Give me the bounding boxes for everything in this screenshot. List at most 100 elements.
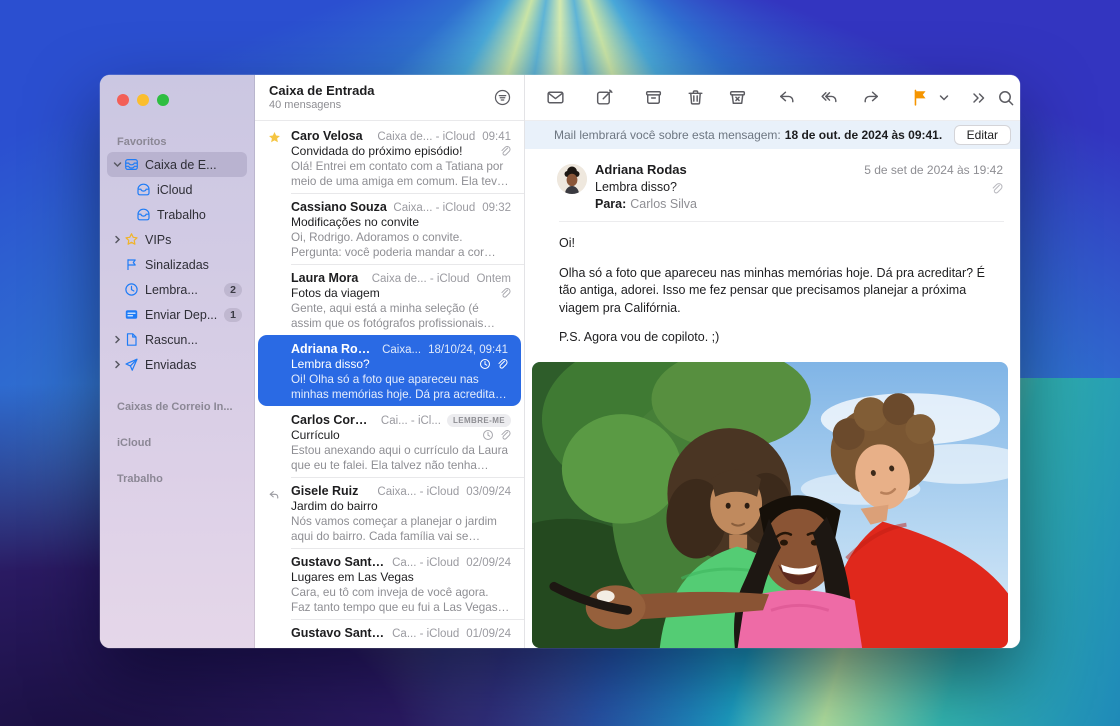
sidebar-item-inbox[interactable]: Caixa de E... [107,152,247,177]
sidebar-item-vips[interactable]: VIPs [107,227,247,252]
minimize-window-button[interactable] [137,94,149,106]
window-controls [100,81,254,106]
paperclip-icon [499,287,511,299]
zoom-window-button[interactable] [157,94,169,106]
clock-icon [123,282,140,297]
email-sender: Gustavo Santana [291,626,386,640]
sidebar: Favoritos Caixa de E... [100,75,255,648]
email-subject: Lembra disso? [291,357,479,371]
sidebar-section-favorites[interactable]: Favoritos [117,136,254,148]
email-sender: Laura Mora [291,271,366,285]
email-subject: Fotos da viagem [291,286,499,300]
message-recipient[interactable]: Carlos Silva [630,197,697,211]
sidebar-item-remind-me[interactable]: Lembra... 2 [107,277,247,302]
compose-button[interactable] [594,87,615,108]
email-preview: Gente, aqui está a minha seleção (é assi… [291,301,511,332]
email-mailbox: Ca... - iCloud [392,628,459,640]
email-date: Ontem [476,273,511,285]
trash-button[interactable] [685,87,706,108]
flag-chevron-icon[interactable] [939,94,949,102]
body-paragraph: Olha só a foto que apareceu nas minhas m… [559,265,1002,318]
edit-reminder-button[interactable]: Editar [954,125,1011,145]
chevron-right-icon[interactable] [111,335,123,344]
email-sender: Caro Velosa [291,129,371,143]
sidebar-item-label: VIPs [145,233,242,247]
email-preview: Estou anexando aqui o currículo da Laura… [291,443,511,474]
junk-button[interactable] [727,87,748,108]
paperclip-icon [499,145,511,157]
email-list-item[interactable]: Gustavo SantanaCa... - iCloud01/09/24 [255,619,524,648]
email-date: 09:32 [482,202,511,214]
email-date: 18/10/24, 09:41 [428,344,508,356]
email-subject: Jardim do bairro [291,499,511,513]
email-list-item[interactable]: Gustavo SantanaCa... - iCloud02/09/24 Lu… [255,548,524,619]
to-label: Para: [595,197,626,211]
reminder-date: 18 de out. de 2024 às 09:41. [785,128,942,142]
email-list-item-selected[interactable]: Adriana RodasCaixa...18/10/24, 09:41 Lem… [258,335,521,406]
sidebar-item-drafts[interactable]: Rascun... [107,327,247,352]
sidebar-item-label: iCloud [157,183,242,197]
forward-button[interactable] [861,87,882,108]
remind-me-badge: LEMBRE-ME [447,414,511,427]
sidebar-item-flagged[interactable]: Sinalizadas [107,252,247,277]
email-sender: Adriana Rodas [291,342,376,356]
message-list-header: Caixa de Entrada 40 mensagens [255,75,524,121]
email-subject: Convidada do próximo episódio! [291,144,499,158]
flag-button[interactable] [910,87,931,108]
sidebar-item-work-inbox[interactable]: Trabalho [107,202,247,227]
body-paragraph: P.S. Agora vou de copiloto. ;) [559,329,1002,347]
chevron-down-icon[interactable] [111,160,123,169]
star-icon [123,232,140,247]
sidebar-item-label: Enviar Dep... [145,308,224,322]
sidebar-item-send-later[interactable]: Enviar Dep... 1 [107,302,247,327]
desktop: Favoritos Caixa de E... [0,0,1120,726]
message-date: 5 de set de 2024 às 19:42 [864,163,1003,177]
email-list-item[interactable]: Caro VelosaCaixa de... - iCloud09:41 Con… [255,122,524,193]
email-mailbox: Caixa... - iCloud [393,202,475,214]
sender-avatar[interactable] [557,164,587,194]
email-list-item[interactable]: Laura MoraCaixa de... - iCloudOntem Foto… [255,264,524,335]
close-window-button[interactable] [117,94,129,106]
chevron-right-icon[interactable] [111,360,123,369]
reply-all-button[interactable] [818,87,840,108]
sidebar-item-label: Rascun... [145,333,242,347]
sidebar-item-icloud-inbox[interactable]: iCloud [107,177,247,202]
reply-button[interactable] [776,87,797,108]
attachment-paperclip-icon[interactable] [864,182,1003,195]
email-list-item[interactable]: Carlos CordeiroCai... - iCl...LEMBRE-ME … [255,406,524,477]
email-subject: Lugares em Las Vegas [291,570,511,584]
email-list-item[interactable]: Gisele RuizCaixa... - iCloud03/09/24 Jar… [255,477,524,548]
sidebar-section-work[interactable]: Trabalho [117,473,254,485]
paperclip-icon [496,358,508,370]
email-preview: Nós vamos começar a planejar o jardim aq… [291,514,511,545]
message-header: Adriana Rodas Lembra disso? Para:Carlos … [525,149,1020,222]
email-sender: Gisele Ruiz [291,484,371,498]
send-later-icon [123,307,140,322]
remind-clock-icon [479,358,491,370]
email-rows: Caro VelosaCaixa de... - iCloud09:41 Con… [255,121,524,648]
filter-button[interactable] [493,88,512,112]
sidebar-item-label: Trabalho [157,208,242,222]
archive-button[interactable] [643,87,664,108]
sidebar-section-icloud[interactable]: iCloud [117,437,254,449]
email-date: 02/09/24 [466,557,511,569]
chevron-right-icon[interactable] [111,235,123,244]
get-mail-button[interactable] [545,87,566,108]
paperplane-icon [123,357,140,372]
toolbar [525,75,1020,121]
email-mailbox: Cai... - iCl... [381,415,441,427]
search-button[interactable] [996,88,1016,108]
unread-badge: 2 [224,283,242,297]
email-mailbox: Caixa de... - iCloud [377,131,475,143]
email-date: 03/09/24 [466,486,511,498]
email-sender: Carlos Cordeiro [291,413,375,427]
message-photo[interactable] [532,362,1008,649]
sidebar-section-smart-mailboxes[interactable]: Caixas de Correio In... [117,401,254,413]
sidebar-item-sent[interactable]: Enviadas [107,352,247,377]
email-preview: Oi, Rodrigo. Adoramos o convite. Pergunt… [291,230,511,261]
more-toolbar-items-button[interactable] [970,89,988,107]
paperclip-icon [499,429,511,441]
email-preview: Olá! Entrei em contato com a Tatiana por… [291,159,511,190]
email-subject: Modificações no convite [291,215,511,229]
email-list-item[interactable]: Cassiano SouzaCaixa... - iCloud09:32 Mod… [255,193,524,264]
